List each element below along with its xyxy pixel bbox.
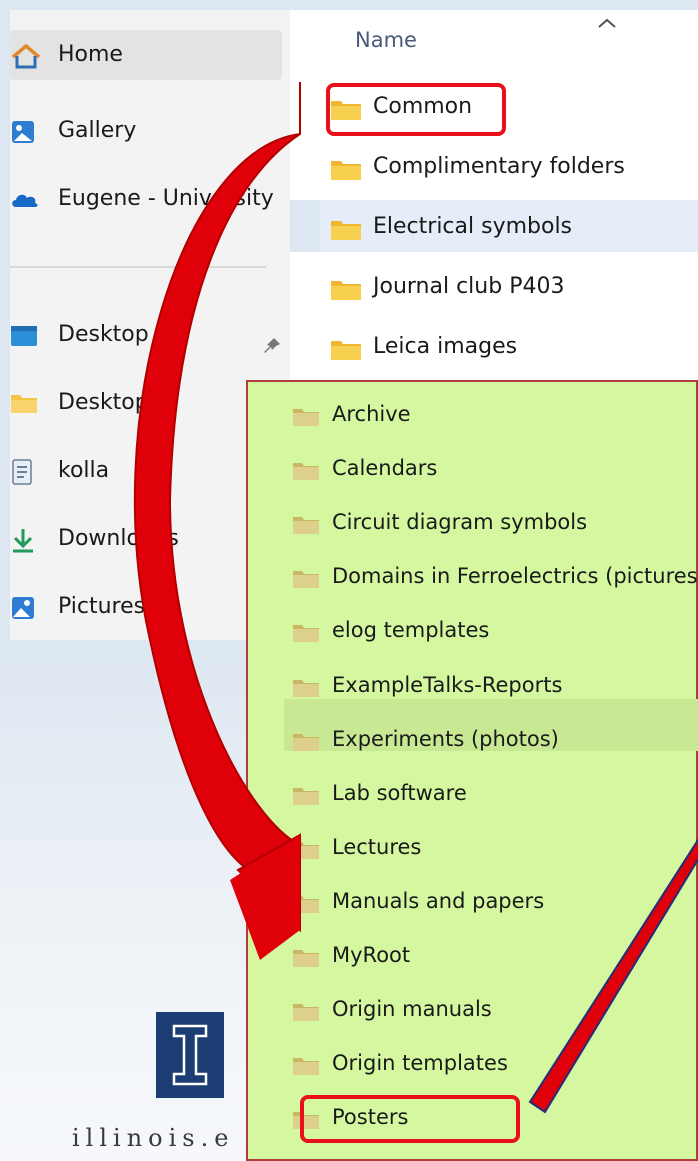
- folder-icon: [330, 158, 362, 186]
- folder-icon: [292, 677, 320, 703]
- highlight-box-origin-templates: [300, 1095, 520, 1143]
- folder-list-item-label: Manuals and papers: [332, 888, 545, 913]
- sidebar-item-gallery[interactable]: Gallery: [10, 106, 290, 156]
- sidebar-item-home[interactable]: Home: [10, 30, 282, 80]
- sidebar-item-label: Desktop: [58, 322, 149, 347]
- folder-icon: [330, 338, 362, 366]
- file-row-label: Electrical symbols: [373, 214, 573, 239]
- folder-icon: [292, 460, 320, 486]
- sidebar-item-onedrive[interactable]: Eugene - University: [10, 174, 290, 224]
- sidebar-item-label: Home: [58, 42, 123, 67]
- file-row-leica-images[interactable]: Leica images: [320, 324, 698, 372]
- sidebar-item-label: Eugene - University: [58, 186, 274, 211]
- folder-icon: [330, 218, 362, 246]
- desktop-icon: [10, 323, 37, 349]
- folder-icon: [10, 391, 37, 417]
- file-row-complimentary-folders[interactable]: Complimentary folders: [320, 144, 698, 192]
- sidebar-item-label: Downloads: [58, 526, 179, 551]
- file-row-electrical-symbols[interactable]: Electrical symbols: [320, 204, 698, 252]
- university-logo: [156, 1012, 224, 1098]
- folder-listing-panel: Archive Calendars Circuit diagram symbols D…: [246, 380, 698, 1161]
- sidebar-item-label: Pictures: [58, 594, 146, 619]
- folder-list-item-label: Circuit diagram symbols: [332, 510, 588, 535]
- folder-icon: [292, 785, 320, 811]
- file-row-label: Journal club P403: [373, 274, 565, 299]
- block-i-logo-icon: [172, 1024, 208, 1086]
- sidebar-divider: [10, 266, 266, 268]
- folder-icon: [292, 731, 320, 757]
- pin-icon[interactable]: [262, 336, 282, 360]
- home-icon: [10, 43, 41, 69]
- sidebar-item-label: Gallery: [58, 118, 137, 143]
- file-row-label: Complimentary folders: [373, 154, 625, 179]
- onedrive-cloud-icon: [10, 187, 38, 213]
- folder-list-item-label: Archive: [332, 402, 411, 426]
- folder-icon: [292, 1055, 320, 1081]
- explorer-file-list: Name Common Complimentary folders Electr…: [290, 10, 698, 380]
- folder-icon: [292, 514, 320, 540]
- folder-list-item-label: MyRoot: [332, 943, 411, 967]
- folder-list-item-label: Experiments (photos): [332, 726, 559, 751]
- folder-list-item-label: Origin templates: [332, 1051, 508, 1076]
- logo-text: illinois.e: [72, 1124, 235, 1152]
- folder-icon: [292, 839, 320, 865]
- folder-list-item-label: Calendars: [332, 456, 438, 481]
- folder-icon: [292, 622, 320, 648]
- folder-list-item-label: ExampleTalks-Reports: [332, 672, 563, 697]
- folder-icon: [292, 568, 320, 594]
- file-row-label: Leica images: [373, 334, 518, 359]
- sort-ascending-icon[interactable]: [596, 14, 618, 33]
- folder-icon: [292, 1001, 320, 1027]
- column-header-name[interactable]: Name: [355, 28, 417, 52]
- folder-icon: [292, 406, 320, 432]
- folder-list-item-label: elog templates: [332, 618, 490, 643]
- sidebar-item-label: Desktop: [58, 390, 149, 415]
- folder-icon: [292, 947, 320, 973]
- highlight-box-common: [326, 83, 506, 136]
- file-row-journal-club[interactable]: Journal club P403: [320, 264, 698, 312]
- folder-list-item-label: Lab software: [332, 780, 467, 805]
- folder-list-item-label: Lectures: [332, 834, 422, 859]
- folder-icon: [330, 278, 362, 306]
- folder-list-item-label: Origin manuals: [332, 997, 492, 1022]
- document-icon: [10, 459, 36, 485]
- folder-list-item-label: Domains in Ferroelectrics (pictures): [332, 564, 698, 589]
- pictures-icon: [10, 595, 36, 621]
- sidebar-item-label: kolla: [58, 458, 110, 483]
- folder-icon: [292, 893, 320, 919]
- gallery-icon: [10, 119, 36, 145]
- download-icon: [10, 527, 36, 553]
- sidebar-item-desktop-pinned[interactable]: Desktop: [10, 310, 290, 360]
